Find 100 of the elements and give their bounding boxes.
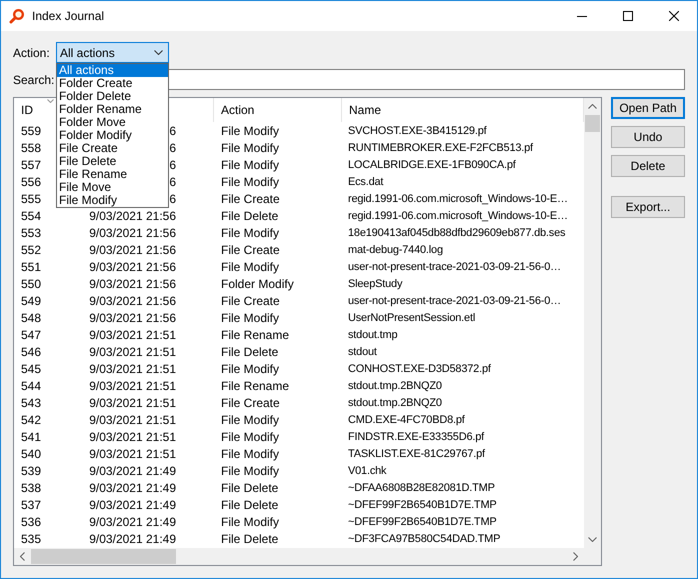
table-cell: File Create [221, 396, 280, 410]
action-button[interactable]: Delete [611, 155, 685, 177]
table-cell: 9/03/2021 21:49 [89, 498, 176, 512]
table-cell: CONHOST.EXE-D3D58372.pf [348, 362, 491, 374]
column-header[interactable]: Action [221, 103, 254, 117]
table-cell: mat-debug-7440.log [348, 244, 443, 256]
dropdown-option[interactable]: File Rename [57, 168, 168, 181]
table-cell: 556 [21, 174, 42, 188]
table-cell: 9/03/2021 21:51 [89, 412, 176, 426]
table-cell: FINDSTR.EXE-E33355D6.pf [348, 430, 484, 442]
table-cell: File Modify [221, 412, 280, 426]
table-cell: 9/03/2021 21:51 [89, 378, 176, 392]
magnifier-icon [9, 8, 25, 24]
table-cell: LOCALBRIDGE.EXE-1FB090CA.pf [348, 158, 516, 170]
table-cell: File Modify [221, 446, 280, 460]
table-cell: 18e190413af045db88dfbd29609eb877.db.ses [348, 226, 566, 238]
table-cell: 538 [21, 480, 42, 494]
table-cell: 554 [21, 208, 42, 222]
table-cell: 9/03/2021 21:56 [89, 226, 176, 240]
table-cell: 550 [21, 276, 42, 290]
table-cell: 9/03/2021 21:51 [89, 396, 176, 410]
table-cell: regid.1991-06.com.microsoft_Windows-10-E… [348, 192, 568, 204]
scroll-thumb[interactable] [585, 115, 600, 132]
dropdown-option[interactable]: File Create [57, 142, 168, 155]
search-label: Search: [13, 72, 56, 86]
dropdown-option[interactable]: File Modify [57, 194, 168, 207]
table-cell: 9/03/2021 21:49 [89, 514, 176, 528]
dropdown-option[interactable]: File Delete [57, 155, 168, 168]
table-cell: RUNTIMEBROKER.EXE-F2FCB513.pf [348, 142, 533, 154]
table-cell: regid.1991-06.com.microsoft_Windows-10-E… [348, 210, 568, 222]
table-cell: 9/03/2021 21:51 [89, 344, 176, 358]
table-cell: stdout.tmp.2BNQZ0 [348, 380, 442, 392]
table-cell: File Modify [221, 430, 280, 444]
table-cell: 543 [21, 396, 42, 410]
action-button[interactable]: Export... [611, 196, 685, 218]
table-cell: 9/03/2021 21:56 [89, 294, 176, 308]
table-cell: Ecs.dat [348, 176, 384, 188]
table-cell: user-not-present-trace-2021-03-09-21-56-0… [348, 260, 561, 272]
table-cell: File Modify [221, 158, 280, 172]
table-cell: SVCHOST.EXE-3B415129.pf [348, 124, 486, 136]
maximize-icon[interactable] [623, 11, 633, 21]
table-cell: 537 [21, 498, 42, 512]
close-icon[interactable] [669, 11, 679, 21]
dropdown-option[interactable]: File Move [57, 181, 168, 194]
table-cell: File Modify [221, 310, 280, 324]
vertical-scrollbar[interactable] [584, 98, 601, 548]
table-cell: 9/03/2021 21:56 [89, 276, 176, 290]
table-cell: File Modify [221, 124, 280, 138]
chevron-icon [154, 50, 163, 55]
dropdown-option[interactable]: Folder Delete [57, 90, 168, 103]
column-header[interactable]: ID [21, 103, 33, 117]
dropdown-option[interactable]: Folder Move [57, 116, 168, 129]
table-cell: 545 [21, 362, 42, 376]
table-cell: 6 [169, 174, 176, 188]
table-cell: File Delete [221, 498, 278, 512]
table-cell: ~DFAA6808B28E82081D.TMP [348, 482, 495, 494]
table-cell: File Modify [221, 174, 280, 188]
table-cell: 9/03/2021 21:56 [89, 260, 176, 274]
table-cell: 558 [21, 140, 42, 154]
table-cell: 541 [21, 430, 42, 444]
table-cell: File Modify [221, 514, 280, 528]
table-cell: stdout.tmp.2BNQZ0 [348, 396, 442, 408]
table-cell: 9/03/2021 21:56 [89, 242, 176, 256]
table-cell: 9/03/2021 21:51 [89, 328, 176, 342]
table-cell: UserNotPresentSession.etl [348, 312, 476, 324]
table-cell: File Modify [221, 226, 280, 240]
action-button[interactable]: Undo [611, 126, 685, 148]
table-cell: File Create [221, 294, 280, 308]
table-cell: 9/03/2021 21:49 [89, 464, 176, 478]
dropdown-option[interactable]: Folder Modify [57, 129, 168, 142]
table-cell: 9/03/2021 21:56 [89, 310, 176, 324]
dropdown-option[interactable]: Folder Create [57, 77, 168, 90]
table-cell: 557 [21, 158, 42, 172]
dropdown-option[interactable]: Folder Rename [57, 103, 168, 116]
table-cell: 540 [21, 446, 42, 460]
table-cell: stdout [348, 346, 377, 358]
table-cell: 6 [169, 140, 176, 154]
table-cell: File Delete [221, 480, 278, 494]
scroll-thumb[interactable] [31, 549, 176, 564]
action-button[interactable]: Open Path [611, 97, 685, 119]
window-title: Index Journal [32, 9, 104, 23]
table-cell: 9/03/2021 21:51 [89, 446, 176, 460]
table-cell: 544 [21, 378, 42, 392]
horizontal-scrollbar[interactable] [14, 548, 584, 565]
table-cell: Folder Modify [221, 276, 294, 290]
column-header[interactable]: Name [349, 103, 382, 117]
table-cell: 549 [21, 294, 42, 308]
table-cell: 559 [21, 124, 42, 138]
dropdown-option[interactable]: All actions [57, 64, 168, 77]
table-cell: 542 [21, 412, 42, 426]
table-cell: 6 [169, 158, 176, 172]
table-cell: CMD.EXE-4FC70BD8.pf [348, 414, 465, 426]
table-cell: 548 [21, 310, 42, 324]
table-cell: 9/03/2021 21:51 [89, 362, 176, 376]
action-label: Action: [13, 46, 51, 60]
table-cell: 6 [169, 124, 176, 138]
table-cell: stdout.tmp [348, 328, 398, 340]
table-cell: 539 [21, 464, 42, 478]
table-cell: 9/03/2021 21:51 [89, 430, 176, 444]
table-cell: 552 [21, 242, 42, 256]
